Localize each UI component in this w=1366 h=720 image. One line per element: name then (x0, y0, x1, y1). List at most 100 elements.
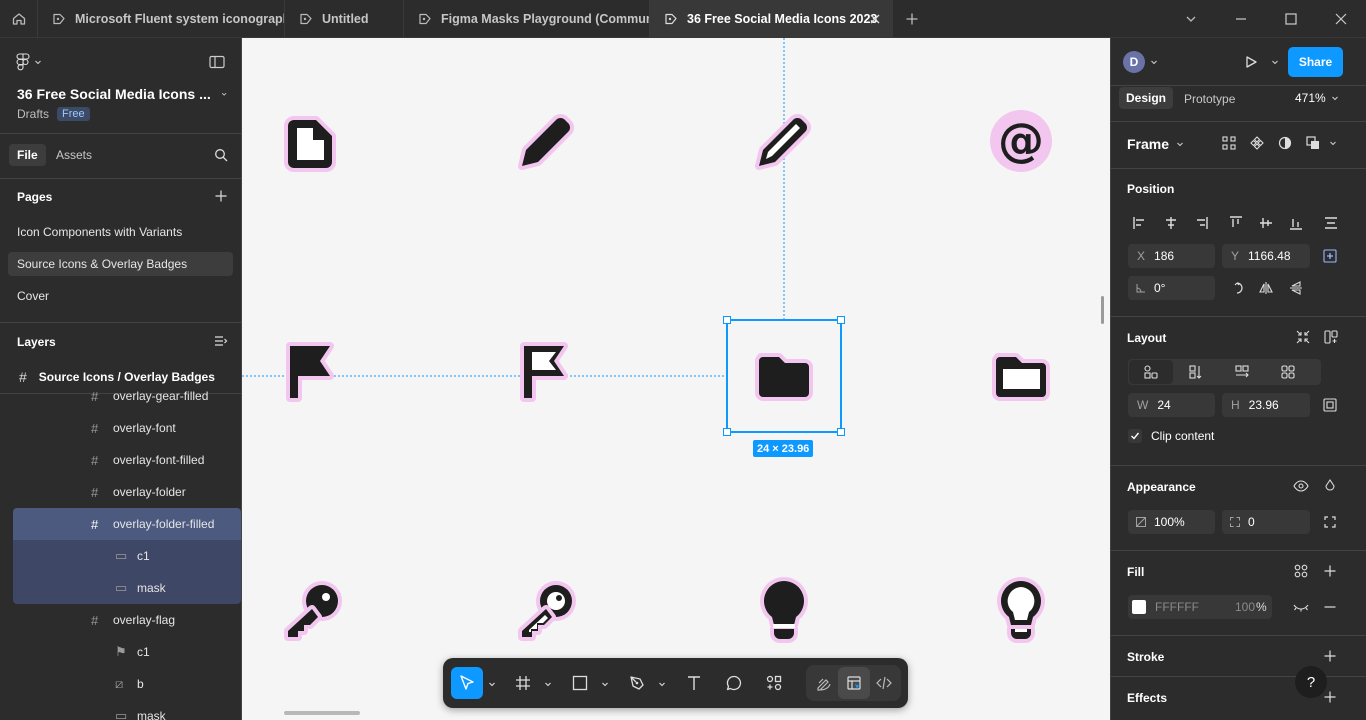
tab-untitled[interactable]: Untitled (285, 0, 404, 38)
checkbox[interactable] (1128, 429, 1142, 443)
key-filled-icon[interactable] (278, 575, 348, 645)
drafts-link[interactable]: Drafts (17, 107, 49, 121)
design-mode-button[interactable] (838, 667, 870, 699)
blend-mode-button[interactable] (1318, 474, 1342, 498)
fill-styles-button[interactable] (1289, 559, 1313, 583)
vertical-scrollbar[interactable] (1101, 296, 1104, 324)
add-page-button[interactable] (209, 184, 233, 208)
align-middle-button[interactable] (1254, 211, 1278, 235)
layer-item[interactable]: # overlay-flag (13, 604, 241, 636)
pencil-filled-icon[interactable] (512, 106, 582, 176)
frame-tool-button[interactable] (507, 667, 539, 699)
resize-handle[interactable] (723, 316, 731, 324)
y-position-field[interactable]: Y 1166.48 (1222, 244, 1310, 268)
align-top-button[interactable] (1224, 211, 1248, 235)
folder-outline-icon[interactable] (986, 341, 1056, 411)
key-outline-icon[interactable] (512, 575, 582, 645)
collapse-layers-button[interactable] (209, 329, 233, 353)
boolean-button[interactable] (1301, 131, 1325, 155)
horizontal-scrollbar[interactable] (284, 711, 360, 715)
layer-item-child[interactable]: ⧄ b (13, 668, 241, 700)
flag-outline-icon[interactable] (512, 338, 582, 408)
layer-item[interactable]: # overlay-gear-filled (13, 380, 241, 412)
constraints-button[interactable] (1318, 244, 1342, 268)
new-tab-button[interactable] (887, 0, 937, 38)
add-stroke-button[interactable] (1318, 644, 1342, 668)
maximize-button[interactable] (1266, 0, 1316, 38)
tab-file[interactable]: File (9, 144, 46, 166)
layer-item-child[interactable]: ▭ mask (13, 572, 241, 604)
tab-assets[interactable]: Assets (56, 144, 92, 166)
tab-design[interactable]: Design (1119, 87, 1174, 109)
page-item[interactable]: Icon Components with Variants (8, 220, 233, 244)
present-button[interactable] (1239, 50, 1263, 74)
toggle-visibility-button[interactable] (1289, 474, 1313, 498)
fill-swatch[interactable] (1132, 600, 1146, 614)
align-center-h-button[interactable] (1159, 211, 1183, 235)
layer-item-child[interactable]: ▭ mask (13, 700, 241, 720)
text-tool-button[interactable] (678, 667, 710, 699)
layer-item[interactable]: # overlay-font (13, 412, 241, 444)
align-bottom-button[interactable] (1284, 211, 1308, 235)
page-item-selected[interactable]: Source Icons & Overlay Badges (8, 252, 233, 276)
shrink-button[interactable] (1291, 325, 1315, 349)
resources-button[interactable] (758, 667, 790, 699)
flip-horizontal-button[interactable] (1254, 276, 1278, 300)
pencil-outline-icon[interactable] (749, 106, 819, 176)
width-field[interactable]: W 24 (1128, 393, 1215, 417)
layer-item[interactable]: # overlay-folder (13, 476, 241, 508)
resize-handle[interactable] (837, 316, 845, 324)
layout-freeform-button[interactable] (1129, 360, 1173, 384)
tab-prototype[interactable]: Prototype (1184, 92, 1235, 106)
draw-mode-button[interactable] (808, 667, 840, 699)
fill-visibility-button[interactable] (1289, 595, 1313, 619)
folder-filled-icon[interactable] (749, 341, 819, 411)
remove-fill-button[interactable] (1318, 595, 1342, 619)
user-avatar-button[interactable]: D (1123, 51, 1158, 73)
at-sign-icon[interactable]: @ (986, 106, 1056, 176)
x-position-field[interactable]: X 186 (1128, 244, 1215, 268)
layout-grid-button[interactable] (1276, 360, 1300, 384)
resize-handle[interactable] (837, 428, 845, 436)
tab-fluent[interactable]: Microsoft Fluent system iconography (38, 0, 285, 38)
lightbulb-outline-icon[interactable] (986, 575, 1056, 645)
opacity-field[interactable]: 100% (1128, 510, 1215, 534)
canvas[interactable]: @ 24 × 23.96 (242, 38, 1110, 720)
resize-to-fit-button[interactable] (1318, 393, 1342, 417)
layer-item-child[interactable]: ▭ c1 (13, 540, 241, 572)
align-left-button[interactable] (1128, 211, 1152, 235)
main-menu-button[interactable] (16, 52, 48, 72)
flip-vertical-button[interactable] (1284, 276, 1308, 300)
move-tool-button[interactable] (451, 667, 483, 699)
layout-vertical-button[interactable] (1184, 360, 1208, 384)
create-component-button[interactable] (1245, 131, 1269, 155)
home-button[interactable] (0, 0, 38, 38)
dev-mode-button[interactable] (868, 667, 900, 699)
share-button[interactable]: Share (1288, 47, 1343, 77)
rotation-field[interactable]: 0° (1128, 276, 1215, 300)
file-name[interactable]: 36 Free Social Media Icons ... (17, 86, 227, 102)
pen-tool-button[interactable] (621, 667, 653, 699)
page-item[interactable]: Cover (8, 284, 233, 308)
components-button[interactable] (1217, 131, 1241, 155)
layer-item[interactable]: # overlay-font-filled (13, 444, 241, 476)
align-right-button[interactable] (1189, 211, 1213, 235)
layout-horizontal-button[interactable] (1230, 360, 1254, 384)
frame-type-dropdown[interactable]: Frame (1127, 136, 1184, 152)
flag-filled-icon[interactable] (278, 338, 348, 408)
tab-social-icons[interactable]: 36 Free Social Media Icons 2023 (650, 0, 893, 38)
resize-handle[interactable] (723, 428, 731, 436)
independent-corners-button[interactable] (1318, 510, 1342, 534)
mask-button[interactable] (1273, 131, 1297, 155)
close-window-button[interactable] (1316, 0, 1366, 38)
fill-color-field[interactable]: FFFFFF 100 % (1128, 595, 1272, 619)
help-button[interactable]: ? (1295, 666, 1327, 698)
distribute-button[interactable] (1319, 211, 1343, 235)
comment-tool-button[interactable] (718, 667, 750, 699)
auto-layout-button[interactable] (1319, 325, 1343, 349)
toggle-sidebar-button[interactable] (205, 50, 229, 74)
tab-masks-playground[interactable]: Figma Masks Playground (Community) (404, 0, 650, 38)
lightbulb-filled-icon[interactable] (749, 575, 819, 645)
add-fill-button[interactable] (1318, 559, 1342, 583)
height-field[interactable]: H 23.96 (1222, 393, 1310, 417)
